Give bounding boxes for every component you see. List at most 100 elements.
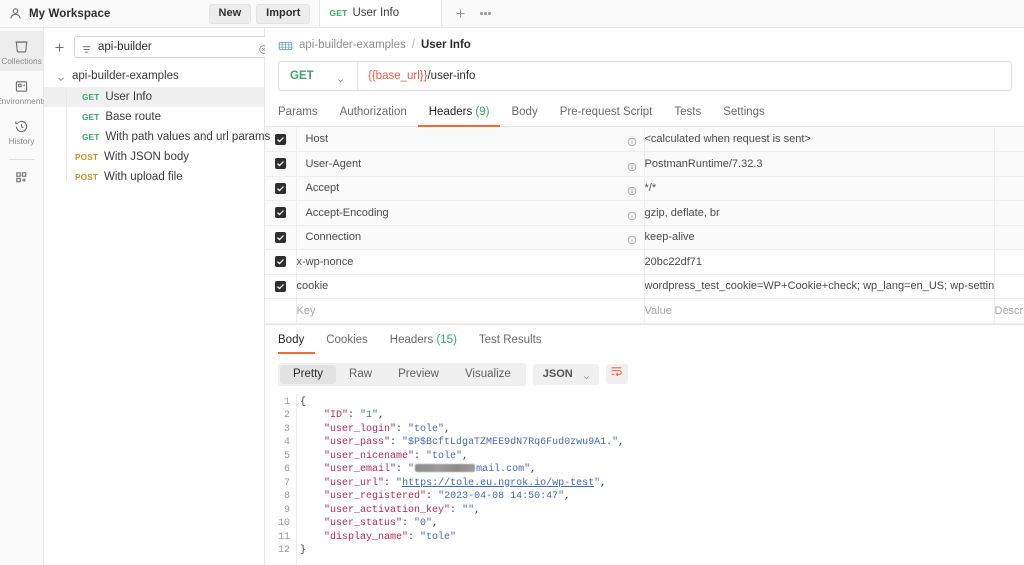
info-circle-icon[interactable] xyxy=(627,159,637,171)
checkmark-icon[interactable] xyxy=(274,231,286,243)
header-value[interactable]: */* xyxy=(644,176,995,201)
search-input[interactable] xyxy=(98,41,252,53)
sidebar-item-apps[interactable] xyxy=(0,162,44,191)
header-key-cell[interactable]: Accept-Encoding xyxy=(296,200,645,226)
view-mode-pretty[interactable]: Pretty xyxy=(280,364,337,384)
new-button[interactable]: New xyxy=(208,3,252,24)
key-placeholder[interactable]: Key xyxy=(296,298,645,324)
header-value[interactable]: gzip, deflate, br xyxy=(644,200,995,226)
collection-header[interactable]: api-builder-examples xyxy=(44,65,264,87)
response-body-viewer[interactable]: 1 2 3 4 5 6 7 8 9 10 11 12 { "ID": "1", "user_login… xyxy=(265,393,1024,565)
tab-tests[interactable]: Tests xyxy=(663,106,712,127)
header-description-cell[interactable] xyxy=(994,151,1024,177)
value-placeholder[interactable]: Value xyxy=(644,298,995,324)
tab-authorization[interactable]: Authorization xyxy=(329,106,418,127)
request-tab-user-info[interactable]: GET User Info xyxy=(319,0,443,27)
list-item[interactable]: GET User Info xyxy=(44,87,264,107)
header-value[interactable]: 20bc22df71 xyxy=(644,249,995,275)
url-path: /user-info xyxy=(427,70,476,82)
new-item-plus-icon[interactable] xyxy=(53,41,66,54)
format-dropdown[interactable]: JSON xyxy=(532,363,599,385)
header-description-cell[interactable] xyxy=(994,249,1024,275)
table-row-empty[interactable]: Key Value Descri xyxy=(265,298,1024,324)
checkmark-icon[interactable] xyxy=(274,182,286,194)
header-description-cell[interactable] xyxy=(994,274,1024,299)
header-key: Accept-Encoding xyxy=(305,206,389,219)
header-description-cell[interactable] xyxy=(994,127,1024,152)
tab-cookies[interactable]: Cookies xyxy=(315,334,379,354)
header-description-cell[interactable] xyxy=(994,176,1024,201)
tab-options-ellipsis-icon[interactable] xyxy=(480,12,491,15)
json-code-block[interactable]: { "ID": "1", "user_login": "tole", "user… xyxy=(296,393,1024,565)
table-row[interactable]: Accept-Encoding gzip, deflate, br xyxy=(265,200,1024,226)
sidebar-item-environments[interactable]: Environments xyxy=(0,71,47,111)
table-row[interactable]: x-wp-nonce 20bc22df71 xyxy=(265,249,1024,275)
header-value[interactable]: keep-alive xyxy=(644,225,995,250)
header-value[interactable]: wordpress_test_cookie=WP+Cookie+check; w… xyxy=(644,274,995,299)
line-number: 8 xyxy=(283,491,290,502)
row-checkbox-cell[interactable] xyxy=(265,274,297,299)
header-value[interactable]: PostmanRuntime/7.32.3 xyxy=(644,151,995,177)
header-key-cell[interactable]: Accept xyxy=(296,176,645,201)
checkmark-icon[interactable] xyxy=(274,256,286,268)
list-item[interactable]: POST With JSON body xyxy=(44,147,264,167)
import-button[interactable]: Import xyxy=(256,3,311,24)
row-checkbox-cell[interactable] xyxy=(265,298,297,324)
header-key-cell[interactable]: Host xyxy=(296,127,645,152)
method-dropdown[interactable]: GET xyxy=(279,62,358,90)
info-circle-icon[interactable] xyxy=(627,134,637,147)
row-checkbox-cell[interactable] xyxy=(265,176,297,201)
row-checkbox-cell[interactable] xyxy=(265,151,297,177)
row-checkbox-cell[interactable] xyxy=(265,225,297,250)
code-line: } xyxy=(300,544,1024,558)
url-input[interactable]: {{base_url}}/user-info xyxy=(358,62,1011,90)
view-mode-raw[interactable]: Raw xyxy=(336,365,385,384)
header-key-cell[interactable]: User-Agent xyxy=(296,151,645,177)
description-placeholder[interactable]: Descri xyxy=(994,298,1024,324)
checkmark-icon[interactable] xyxy=(274,133,286,145)
header-description-cell[interactable] xyxy=(994,225,1024,250)
table-row[interactable]: Host <calculated when request is sent> xyxy=(265,127,1024,152)
header-value[interactable]: <calculated when request is sent> xyxy=(644,127,995,152)
list-item[interactable]: GET Base route xyxy=(44,107,264,127)
tab-body[interactable]: Body xyxy=(500,106,548,127)
filter-icon[interactable] xyxy=(81,42,92,53)
info-circle-icon[interactable] xyxy=(627,232,637,245)
wrap-lines-button[interactable] xyxy=(605,364,628,384)
tab-test-results[interactable]: Test Results xyxy=(468,334,553,354)
header-key[interactable]: x-wp-nonce xyxy=(296,249,645,275)
tab-body[interactable]: Body xyxy=(278,334,316,354)
tab-params[interactable]: Params xyxy=(278,106,329,127)
row-checkbox-cell[interactable] xyxy=(265,249,297,275)
checkmark-icon[interactable] xyxy=(274,158,286,170)
info-circle-icon[interactable] xyxy=(627,183,637,196)
header-description-cell[interactable] xyxy=(994,200,1024,226)
workspace-selector[interactable]: My Workspace xyxy=(0,7,111,20)
table-row[interactable]: cookie wordpress_test_cookie=WP+Cookie+c… xyxy=(265,274,1024,299)
list-item[interactable]: GET With path values and url params xyxy=(44,127,270,147)
table-row[interactable]: Connection keep-alive xyxy=(265,225,1024,250)
header-key[interactable]: cookie xyxy=(296,274,645,299)
checkmark-icon[interactable] xyxy=(274,280,286,292)
new-tab-plus-icon[interactable] xyxy=(454,7,467,20)
row-checkbox-cell[interactable] xyxy=(265,200,297,226)
tab-pre-request-script[interactable]: Pre-request Script xyxy=(549,106,664,127)
list-item[interactable]: POST With upload file xyxy=(44,167,264,187)
view-mode-preview[interactable]: Preview xyxy=(385,365,452,384)
tab-response-headers[interactable]: Headers (15) xyxy=(379,334,468,354)
chevron-down-icon[interactable] xyxy=(56,71,66,81)
header-key-cell[interactable]: Connection xyxy=(296,225,645,250)
tab-settings[interactable]: Settings xyxy=(712,106,776,127)
search-input-wrapper[interactable] xyxy=(74,36,275,58)
checkmark-icon[interactable] xyxy=(274,207,286,219)
breadcrumb-parent[interactable]: api-builder-examples xyxy=(299,39,406,51)
sidebar-item-history[interactable]: History xyxy=(0,111,44,151)
info-circle-icon[interactable] xyxy=(627,208,637,220)
view-mode-visualize[interactable]: Visualize xyxy=(452,365,524,384)
json-token-link[interactable]: https://tole.eu.ngrok.io/wp-test xyxy=(402,478,594,489)
response-pane: Body Cookies Headers (15) Test Results P… xyxy=(265,323,1024,565)
table-row[interactable]: Accept */* xyxy=(265,176,1024,201)
sidebar-item-collections[interactable]: Collections xyxy=(0,31,44,72)
tab-headers[interactable]: Headers (9) xyxy=(417,106,501,127)
table-row[interactable]: User-Agent PostmanRuntime/7.32.3 xyxy=(265,151,1024,177)
